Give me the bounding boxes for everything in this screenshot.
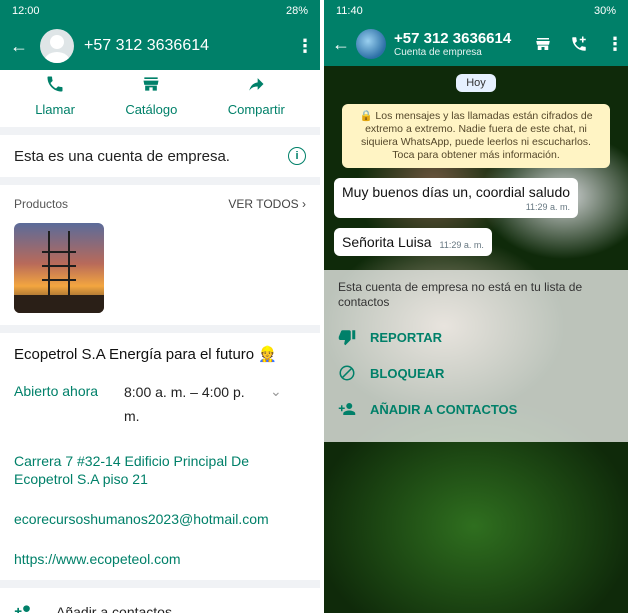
store-icon <box>143 77 159 91</box>
status-time: 11:40 <box>336 5 363 17</box>
website-link[interactable]: https://www.ecopeteol.com <box>14 550 306 568</box>
address-link[interactable]: Carrera 7 #32-14 Edificio Principal De E… <box>14 452 306 488</box>
catalog-button[interactable]: Catálogo <box>125 74 177 117</box>
add-person-icon <box>14 605 30 613</box>
products-title: Productos <box>14 197 69 211</box>
oil-rig-graphic <box>42 231 76 301</box>
chat-subtitle: Cuenta de empresa <box>394 47 482 58</box>
thumbs-down-icon <box>338 330 356 346</box>
more-options-icon[interactable]: ⋮ <box>606 34 624 55</box>
business-profile-screen: 12:00 28% ← +57 312 3636614 ⋮ Llamar Cat… <box>0 0 320 613</box>
chat-title-block[interactable]: +57 312 3636614 Cuenta de empresa <box>394 30 534 58</box>
product-thumbnail[interactable] <box>14 223 104 313</box>
business-note: Esta es una cuenta de empresa. <box>14 147 230 165</box>
report-button[interactable]: REPORTAR <box>338 328 614 346</box>
add-contact-label: Añadir a contactos <box>56 604 172 613</box>
encryption-notice[interactable]: 🔒 Los mensajes y las llamadas están cifr… <box>342 104 610 168</box>
message-time: 11:29 a. m. <box>439 240 484 250</box>
add-contact-row[interactable]: Añadir a contactos <box>0 588 320 613</box>
unknown-business-notice: Esta cuenta de empresa no está en tu lis… <box>324 270 628 442</box>
profile-details-card: Ecopetrol S.A Energía para el futuro 👷 A… <box>0 333 320 580</box>
catalog-label: Catálogo <box>125 102 178 117</box>
profile-title: +57 312 3636614 <box>84 37 210 54</box>
notice-text: Esta cuenta de empresa no está en tu lis… <box>338 280 583 309</box>
more-options-icon[interactable]: ⋮ <box>296 36 314 57</box>
status-time: 12:00 <box>12 5 40 17</box>
back-arrow-icon[interactable]: ← <box>332 34 354 55</box>
store-icon[interactable] <box>534 35 552 53</box>
add-to-contacts-label: AÑADIR A CONTACTOS <box>370 401 518 417</box>
status-battery: 28% <box>285 5 308 17</box>
message-text: Muy buenos días un, coordial saludo <box>342 184 571 200</box>
rig-ground <box>14 295 104 313</box>
block-button[interactable]: BLOQUEAR <box>338 364 614 382</box>
add-person-icon <box>338 403 356 415</box>
message-text: Señorita Luisa <box>342 234 432 250</box>
chat-title: +57 312 3636614 <box>394 30 512 47</box>
message-bubble[interactable]: Señorita Luisa 11:29 a. m. <box>334 228 492 256</box>
call-label: Llamar <box>35 102 75 117</box>
hours-value: 8:00 a. m. – 4:00 p. m. <box>124 384 245 424</box>
chevron-down-icon[interactable]: ⌄ <box>270 383 282 428</box>
message-list: Hoy 🔒 Los mensajes y las llamadas están … <box>324 66 628 264</box>
block-label: BLOQUEAR <box>370 365 445 381</box>
email-link[interactable]: ecorecursoshumanos2023@hotmail.com <box>14 510 306 528</box>
add-to-contacts-button[interactable]: AÑADIR A CONTACTOS <box>338 400 614 418</box>
phone-icon <box>47 76 63 92</box>
report-label: REPORTAR <box>370 329 442 345</box>
avatar[interactable] <box>356 29 386 59</box>
profile-actions: Llamar Catálogo Compartir <box>0 70 320 127</box>
profile-header: ← +57 312 3636614 ⋮ <box>0 22 320 70</box>
status-bar: 12:00 28% <box>0 0 320 22</box>
status-bar: 11:40 30% <box>324 0 628 22</box>
see-all-link[interactable]: VER TODOS › <box>228 197 306 211</box>
open-now-label: Abierto ahora <box>14 383 99 399</box>
avatar[interactable] <box>40 29 74 63</box>
date-pill: Hoy <box>456 74 496 92</box>
block-icon <box>339 365 355 381</box>
chat-header: ← +57 312 3636614 Cuenta de empresa ⋮ <box>324 22 628 66</box>
share-label: Compartir <box>227 102 285 117</box>
chat-screen: 11:40 30% ← +57 312 3636614 Cuenta de em… <box>324 0 628 613</box>
business-name: Ecopetrol S.A Energía para el futuro 👷 <box>14 346 277 363</box>
info-icon[interactable]: i <box>288 147 306 165</box>
call-button[interactable]: Llamar <box>35 74 75 117</box>
message-time: 11:29 a. m. <box>525 202 571 212</box>
business-note-card[interactable]: Esta es una cuenta de empresa. i <box>0 135 320 177</box>
share-icon <box>249 78 264 91</box>
status-battery: 30% <box>593 5 616 17</box>
back-arrow-icon[interactable]: ← <box>10 36 32 57</box>
add-call-icon[interactable] <box>570 35 588 53</box>
products-card: Productos VER TODOS › <box>0 185 320 325</box>
message-bubble[interactable]: Muy buenos días un, coordial saludo 11:2… <box>334 178 579 218</box>
share-button[interactable]: Compartir <box>228 74 285 117</box>
business-hours[interactable]: Abierto ahora 8:00 a. m. – 4:00 p. m. ⌄ <box>14 383 306 428</box>
